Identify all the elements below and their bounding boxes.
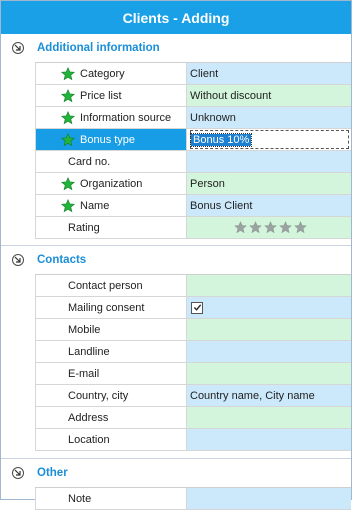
- organization-value[interactable]: Person: [187, 173, 351, 194]
- field-label: Category: [80, 67, 125, 80]
- field-row-organization[interactable]: Organization Person: [35, 173, 351, 195]
- collapse-arrow-icon[interactable]: [12, 467, 24, 479]
- field-row-mailing-consent[interactable]: Mailing consent: [35, 297, 351, 319]
- field-row-country-city[interactable]: Country, city Country name, City name: [35, 385, 351, 407]
- field-label: Mobile: [35, 319, 187, 340]
- mailing-consent-checkbox[interactable]: [191, 301, 203, 314]
- field-row-email[interactable]: E-mail: [35, 363, 351, 385]
- mobile-value[interactable]: [187, 319, 351, 340]
- collapse-arrow-icon[interactable]: [12, 254, 24, 266]
- email-value[interactable]: [187, 363, 351, 384]
- checkmark-icon: [193, 304, 201, 311]
- price-list-value[interactable]: Without discount: [187, 85, 351, 106]
- field-label: Card no.: [35, 151, 187, 172]
- landline-value[interactable]: [187, 341, 351, 362]
- section-other[interactable]: Other: [1, 459, 351, 487]
- collapse-arrow-icon[interactable]: [12, 42, 24, 54]
- field-label: Location: [35, 429, 187, 450]
- field-label: Rating: [35, 217, 187, 238]
- field-label: Bonus type: [80, 133, 136, 146]
- contact-person-value[interactable]: [187, 275, 351, 296]
- field-row-information-source[interactable]: Information source Unknown: [35, 107, 351, 129]
- window-title: Clients - Adding: [1, 1, 351, 34]
- field-row-category[interactable]: Category Client: [35, 63, 351, 85]
- rating-star-icon[interactable]: [294, 221, 307, 234]
- additional-fields-grid: Category Client Price list Without disco…: [35, 62, 351, 239]
- required-star-icon: [61, 66, 75, 80]
- field-row-name[interactable]: Name Bonus Client: [35, 195, 351, 217]
- section-title: Additional information: [37, 42, 160, 54]
- field-row-contact-person[interactable]: Contact person: [35, 275, 351, 297]
- field-label: Landline: [35, 341, 187, 362]
- required-star-icon: [61, 132, 75, 146]
- field-label: E-mail: [35, 363, 187, 384]
- section-contacts[interactable]: Contacts: [1, 246, 351, 274]
- card-no-value[interactable]: [187, 151, 351, 172]
- field-row-rating[interactable]: Rating: [35, 217, 351, 239]
- required-star-icon: [61, 88, 75, 102]
- required-star-icon: [61, 176, 75, 190]
- field-row-address[interactable]: Address: [35, 407, 351, 429]
- other-fields-grid: Note: [35, 487, 351, 510]
- field-row-note[interactable]: Note: [35, 488, 351, 510]
- field-label: Name: [80, 199, 110, 212]
- name-value[interactable]: Bonus Client: [187, 195, 351, 216]
- field-label: Organization: [80, 177, 143, 190]
- field-row-price-list[interactable]: Price list Without discount: [35, 85, 351, 107]
- bonus-type-input[interactable]: Bonus 10%: [189, 130, 349, 149]
- required-star-icon: [61, 198, 75, 212]
- field-label: Note: [35, 488, 187, 509]
- rating-star-icon[interactable]: [234, 221, 247, 234]
- field-row-card-no[interactable]: Card no.: [35, 151, 351, 173]
- required-star-icon: [61, 110, 75, 124]
- section-additional-information[interactable]: Additional information: [1, 34, 351, 62]
- note-value[interactable]: [187, 488, 351, 509]
- field-label: Mailing consent: [35, 297, 187, 318]
- rating-stars[interactable]: [187, 217, 351, 238]
- section-title: Contacts: [37, 254, 87, 266]
- contacts-fields-grid: Contact person Mailing consent Mobile La…: [35, 274, 351, 451]
- field-label: Address: [35, 407, 187, 428]
- country-city-value[interactable]: Country name, City name: [187, 385, 351, 406]
- clients-adding-window: Clients - Adding Additional information …: [0, 0, 352, 510]
- field-label: Price list: [80, 89, 122, 102]
- rating-star-icon[interactable]: [279, 221, 292, 234]
- location-value[interactable]: [187, 429, 351, 450]
- field-label: Contact person: [35, 275, 187, 296]
- rating-star-icon[interactable]: [249, 221, 262, 234]
- field-row-bonus-type[interactable]: Bonus type Bonus 10%: [35, 129, 351, 151]
- section-title: Other: [37, 467, 68, 479]
- field-row-location[interactable]: Location: [35, 429, 351, 451]
- field-label: Information source: [80, 111, 172, 124]
- address-value[interactable]: [187, 407, 351, 428]
- bonus-type-value[interactable]: Bonus 10%: [189, 132, 253, 147]
- field-row-mobile[interactable]: Mobile: [35, 319, 351, 341]
- category-value[interactable]: Client: [187, 63, 351, 84]
- field-label: Country, city: [35, 385, 187, 406]
- information-source-value[interactable]: Unknown: [187, 107, 351, 128]
- rating-star-icon[interactable]: [264, 221, 277, 234]
- field-row-landline[interactable]: Landline: [35, 341, 351, 363]
